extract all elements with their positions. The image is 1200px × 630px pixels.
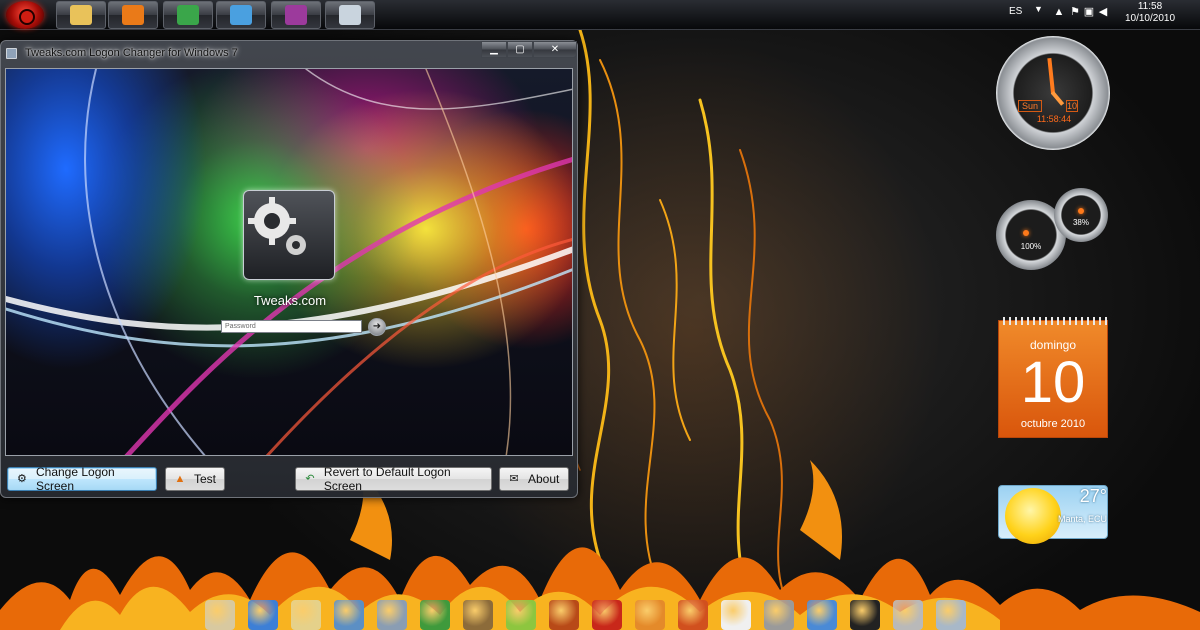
ram-meter-gadget[interactable]: 38% xyxy=(1054,188,1108,242)
logon-changer-icon xyxy=(339,5,361,25)
weather-gadget[interactable]: 27° Manta, ECU xyxy=(998,485,1108,544)
change-logon-screen-button[interactable]: ⚙ Change Logon Screen xyxy=(7,465,157,493)
firefox-icon[interactable] xyxy=(678,600,708,630)
notepad-icon[interactable] xyxy=(205,600,235,630)
logon-preview: Tweaks.com Password ➜ xyxy=(5,68,573,456)
gear-icon: ⚙ xyxy=(17,473,27,485)
explorer-icon xyxy=(70,5,92,25)
window-app-icon xyxy=(6,48,17,59)
taskbar-clock[interactable]: 11:58 10/10/2010 xyxy=(1120,1,1180,25)
test-button-label: Test xyxy=(194,472,217,486)
shirt-icon[interactable] xyxy=(850,600,880,630)
maximize-button[interactable]: ▢ xyxy=(507,41,533,58)
calendar-rings xyxy=(999,317,1109,325)
winrar-icon xyxy=(285,5,307,25)
recycle-bin-icon[interactable] xyxy=(936,600,966,630)
logon-changer-window: Tweaks.com Logon Changer for Windows 7 ▁… xyxy=(0,40,578,498)
calendar-day: 10 xyxy=(1020,350,1086,415)
clock-day: Sun xyxy=(1018,100,1042,112)
ram-usage-value: 38% xyxy=(1072,218,1089,227)
network-icon[interactable] xyxy=(807,600,837,630)
opera-icon[interactable] xyxy=(592,600,622,630)
revert-button-label: Revert to Default Logon Screen xyxy=(323,465,451,493)
test-button[interactable]: ▲ Test xyxy=(165,467,225,491)
volume-icon[interactable]: ◀ xyxy=(1096,5,1110,19)
taskbar-app-button[interactable] xyxy=(216,1,266,29)
clock-gadget[interactable]: Sun 10 11:58:44 xyxy=(996,36,1110,150)
close-button[interactable]: ✕ xyxy=(533,41,577,58)
ram-needle xyxy=(1078,208,1084,214)
password-field[interactable]: Password xyxy=(221,320,362,333)
messenger-icon xyxy=(230,5,252,25)
lime-icon[interactable] xyxy=(506,600,536,630)
weather-temperature: 27° xyxy=(1079,486,1107,506)
cone-icon: ▲ xyxy=(174,473,186,485)
calendar-gadget[interactable]: domingo 10 octubre 2010 xyxy=(998,317,1109,438)
documents-folder-icon[interactable] xyxy=(291,600,321,630)
taskbar: ES ▼ ▲ ⚑ ▣ ◀ 11:58 10/10/2010 xyxy=(0,0,1200,30)
dock-bar xyxy=(205,600,1005,630)
cpu-usage-value: 100% xyxy=(1020,242,1042,251)
user-name: Tweaks.com xyxy=(253,293,327,308)
revert-default-button[interactable]: ↶ Revert to Default Logon Screen xyxy=(295,465,492,493)
show-hidden-icons-icon[interactable]: ▲ xyxy=(1052,5,1066,19)
info-icon: ✉ xyxy=(509,473,519,485)
pictures-folder-icon[interactable] xyxy=(377,600,407,630)
login-arrow-button[interactable]: ➜ xyxy=(368,318,386,336)
clock-date-number: 10 xyxy=(1066,100,1078,112)
network-status-icon[interactable]: ▣ xyxy=(1082,5,1096,19)
clock-digital-time: 11:58:44 xyxy=(1036,114,1072,124)
taskbar-app-button[interactable] xyxy=(271,1,321,29)
chrome-icon xyxy=(177,5,199,25)
game-icon[interactable] xyxy=(549,600,579,630)
taskbar-app-button[interactable] xyxy=(163,1,213,29)
undo-icon: ↶ xyxy=(305,473,315,485)
change-button-label: Change Logon Screen xyxy=(35,465,115,493)
weather-location: Manta, ECU xyxy=(1057,514,1107,524)
cpu-needle xyxy=(1023,230,1029,236)
user-tile[interactable] xyxy=(243,190,335,280)
messenger-dock-icon[interactable] xyxy=(420,600,450,630)
app-icon[interactable] xyxy=(635,600,665,630)
taskbar-app-button[interactable] xyxy=(108,1,158,29)
gears-icon xyxy=(248,197,306,255)
taskbar-app-button[interactable] xyxy=(325,1,375,29)
7zip-icon[interactable] xyxy=(721,600,751,630)
language-indicator[interactable]: ES xyxy=(1009,6,1022,17)
flag-icon[interactable]: ⚑ xyxy=(1068,5,1082,19)
about-button[interactable]: ✉ About xyxy=(499,467,569,491)
calendar-month-year: octubre 2010 xyxy=(1020,418,1086,430)
clock-date: 10/10/2010 xyxy=(1124,13,1176,24)
window-title: Tweaks.com Logon Changer for Windows 7 xyxy=(25,47,238,59)
about-button-label: About xyxy=(528,472,560,486)
tools-icon[interactable] xyxy=(764,600,794,630)
ball-icon[interactable] xyxy=(463,600,493,630)
media-player-icon xyxy=(122,5,144,25)
taskbar-app-button[interactable] xyxy=(56,1,106,29)
settings-icon[interactable] xyxy=(893,600,923,630)
language-dropdown-icon[interactable]: ▼ xyxy=(1034,4,1043,14)
folder-icon[interactable] xyxy=(334,600,364,630)
internet-explorer-icon[interactable] xyxy=(248,600,278,630)
clock-time: 11:58 xyxy=(1137,1,1163,12)
arrow-right-icon: ➜ xyxy=(372,321,382,332)
window-controls: ▁ ▢ ✕ xyxy=(481,41,577,59)
start-button[interactable] xyxy=(6,1,44,29)
system-tray: ES ▼ ▲ ⚑ ▣ ◀ 11:58 10/10/2010 xyxy=(1000,0,1200,30)
minimize-button[interactable]: ▁ xyxy=(481,41,507,58)
